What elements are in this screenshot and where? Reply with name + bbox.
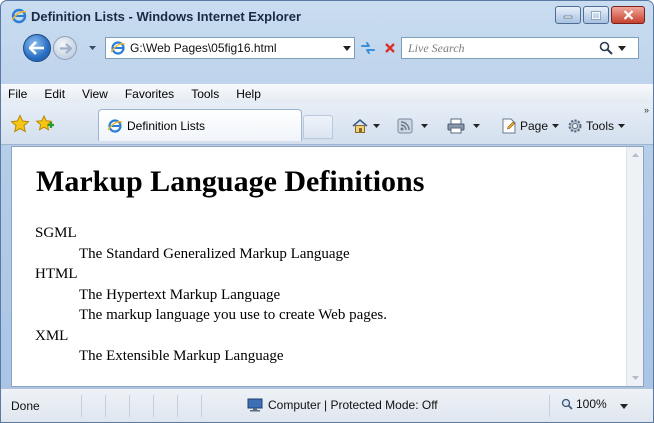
definition-description: The Standard Generalized Markup Language	[79, 245, 350, 262]
page-icon	[110, 41, 126, 55]
status-divider	[81, 395, 82, 417]
address-dropdown[interactable]	[340, 45, 354, 51]
vertical-scrollbar[interactable]	[626, 147, 643, 386]
arrow-right-icon	[59, 42, 72, 54]
print-button[interactable]	[447, 117, 480, 135]
status-divider	[177, 395, 178, 417]
feeds-button[interactable]	[397, 117, 428, 135]
security-zone[interactable]: Computer | Protected Mode: Off	[247, 398, 438, 412]
zoom-level-label: 100%	[576, 397, 607, 411]
forward-button[interactable]	[53, 36, 77, 60]
home-icon	[352, 118, 368, 133]
tab-bar: Definition Lists Page Tools »	[1, 103, 653, 145]
menu-help[interactable]: Help	[236, 87, 261, 101]
page-menu-icon	[502, 118, 516, 134]
status-text: Done	[11, 399, 40, 413]
chevron-down-icon	[473, 123, 480, 128]
search-button[interactable]	[597, 39, 615, 57]
scroll-up-button[interactable]	[627, 147, 643, 163]
close-icon	[385, 43, 395, 53]
menu-bar: File Edit View Favorites Tools Help	[1, 83, 653, 103]
zoom-level[interactable]: 100%	[561, 397, 607, 411]
zoom-dropdown[interactable]	[619, 401, 629, 411]
chevron-down-icon	[373, 123, 380, 128]
recent-pages-dropdown[interactable]	[87, 43, 97, 53]
refresh-icon	[361, 42, 375, 54]
tools-menu-label: Tools	[586, 119, 615, 133]
back-button[interactable]	[23, 34, 51, 62]
definition-description: The Hypertext Markup Language	[79, 286, 281, 303]
zoom-magnifier-icon	[561, 398, 573, 410]
chevron-up-icon	[631, 153, 639, 157]
definition-list: SGML The Standard Generalized Markup Lan…	[35, 223, 387, 367]
chevron-down-icon	[343, 45, 351, 51]
computer-icon	[247, 398, 263, 412]
maximize-icon	[591, 10, 601, 20]
menu-favorites[interactable]: Favorites	[125, 87, 174, 101]
printer-icon	[447, 118, 465, 134]
tools-menu-button[interactable]: Tools	[567, 117, 626, 135]
menu-edit[interactable]: Edit	[44, 87, 65, 101]
tab-definition-lists[interactable]: Definition Lists	[98, 109, 302, 141]
chevron-down-icon	[618, 45, 626, 51]
maximize-button[interactable]	[583, 6, 609, 24]
minimize-button[interactable]	[555, 6, 581, 24]
page-menu-label: Page	[520, 119, 549, 133]
navigation-bar: G:\Web Pages\05fig16.html	[1, 31, 653, 65]
chevron-down-icon	[620, 403, 628, 409]
chevron-down-icon	[631, 376, 639, 380]
status-divider	[105, 395, 106, 417]
search-icon	[599, 41, 613, 55]
status-divider	[153, 395, 154, 417]
search-input[interactable]	[402, 40, 597, 56]
chevron-down-icon	[421, 123, 428, 128]
menu-tools[interactable]: Tools	[191, 87, 219, 101]
minimize-icon	[563, 15, 573, 19]
favorites-star-icon[interactable]	[10, 114, 30, 134]
refresh-button[interactable]	[359, 39, 377, 57]
close-window-button[interactable]	[611, 6, 645, 24]
chevron-down-icon	[88, 45, 96, 50]
add-favorites-icon[interactable]	[35, 114, 55, 134]
page-menu-button[interactable]: Page	[501, 117, 560, 135]
scroll-down-button[interactable]	[627, 370, 643, 386]
search-options-dropdown[interactable]	[615, 39, 629, 57]
status-divider	[129, 395, 130, 417]
page-viewport: Markup Language Definitions SGML The Sta…	[11, 146, 644, 387]
tab-label: Definition Lists	[127, 118, 206, 133]
definition-description: The markup language you use to create We…	[79, 307, 387, 323]
definition-term: SGML	[35, 225, 77, 241]
page-icon	[107, 118, 123, 133]
window-title: Definition Lists - Windows Internet Expl…	[31, 9, 302, 24]
menu-view[interactable]: View	[82, 87, 108, 101]
browser-window: Definition Lists - Windows Internet Expl…	[0, 0, 654, 423]
close-icon	[623, 10, 633, 20]
gear-icon	[568, 119, 582, 133]
menu-file[interactable]: File	[8, 87, 27, 101]
stop-button[interactable]	[381, 39, 399, 57]
security-zone-label: Computer | Protected Mode: Off	[268, 398, 438, 412]
page-heading: Markup Language Definitions	[36, 165, 425, 198]
chevron-down-icon	[618, 123, 626, 128]
definition-term: XML	[35, 327, 69, 344]
address-bar[interactable]: G:\Web Pages\05fig16.html	[105, 37, 355, 59]
status-bar: Done Computer | Protected Mode: Off 100%	[1, 388, 653, 422]
definition-description: The Extensible Markup Language	[79, 348, 284, 364]
search-box[interactable]	[401, 37, 639, 59]
new-tab-button[interactable]	[303, 115, 333, 139]
status-divider	[201, 395, 202, 417]
chevron-down-icon	[552, 123, 560, 128]
more-commands-chevron-icon[interactable]: »	[644, 105, 649, 115]
rss-feed-icon	[397, 118, 413, 134]
ie-logo-icon	[11, 8, 27, 24]
status-divider	[549, 395, 550, 417]
address-url: G:\Web Pages\05fig16.html	[130, 41, 277, 55]
arrow-left-icon	[29, 41, 44, 55]
home-button[interactable]	[351, 117, 380, 135]
title-bar: Definition Lists - Windows Internet Expl…	[1, 1, 653, 31]
definition-term: HTML	[35, 266, 78, 282]
web-page: Markup Language Definitions SGML The Sta…	[12, 147, 627, 386]
